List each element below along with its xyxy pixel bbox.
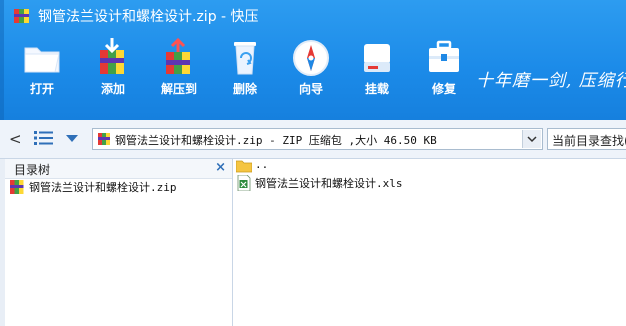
top-banner: 钢管法兰设计和螺栓设计.zip - 快压 打开 添加 解压到 删除 向导 挂载 … xyxy=(0,0,626,120)
tree-header: 目录树 × xyxy=(5,159,232,179)
wizard-label: 向导 xyxy=(298,82,323,96)
app-logo-icon xyxy=(14,9,29,23)
mount-label: 挂载 xyxy=(364,82,389,96)
list-view-icon[interactable] xyxy=(34,130,54,146)
drive-icon xyxy=(364,44,390,72)
toolbox-icon xyxy=(429,40,459,72)
folder-icon xyxy=(236,160,252,173)
slogan-text: 十年磨一剑, 压缩行 xyxy=(476,71,626,91)
open-label: 打开 xyxy=(29,82,54,96)
repair-button[interactable]: 修复 xyxy=(416,36,472,106)
recycle-bin-icon xyxy=(234,42,256,75)
search-input[interactable]: 当前目录查找( xyxy=(547,128,626,150)
chevron-down-icon xyxy=(527,136,537,143)
tree-title: 目录树 xyxy=(14,163,51,177)
directory-tree-panel: 目录树 × 钢管法兰设计和螺栓设计.zip xyxy=(5,159,233,326)
archive-icon xyxy=(98,133,110,145)
archive-icon xyxy=(10,180,24,194)
delete-button[interactable]: 删除 xyxy=(217,36,273,106)
tree-item-label: 钢管法兰设计和螺栓设计.zip xyxy=(29,181,177,194)
chevron-down-icon[interactable] xyxy=(66,135,78,143)
wizard-button[interactable]: 向导 xyxy=(283,36,339,106)
add-button[interactable]: 添加 xyxy=(85,36,141,106)
title-bar: 钢管法兰设计和螺栓设计.zip - 快压 xyxy=(0,0,626,32)
address-dropdown-button[interactable] xyxy=(522,130,541,148)
extract-button[interactable]: 解压到 xyxy=(151,36,207,106)
folder-open-icon xyxy=(24,47,60,73)
extract-archive-icon xyxy=(166,37,190,74)
address-bar[interactable]: 钢管法兰设计和螺栓设计.zip - ZIP 压缩包 ,大小 46.50 KB xyxy=(92,128,543,150)
excel-file-icon xyxy=(237,175,251,191)
file-name: 钢管法兰设计和螺栓设计.xls xyxy=(255,177,403,190)
repair-label: 修复 xyxy=(431,82,456,96)
search-placeholder: 当前目录查找( xyxy=(552,134,626,148)
compass-icon xyxy=(293,40,329,76)
window-title: 钢管法兰设计和螺栓设计.zip - 快压 xyxy=(38,9,259,25)
file-list: .. 钢管法兰设计和螺栓设计.xls xyxy=(233,158,626,326)
open-button[interactable]: 打开 xyxy=(14,36,70,106)
mount-button[interactable]: 挂载 xyxy=(349,36,405,106)
add-archive-icon xyxy=(100,38,124,74)
delete-label: 删除 xyxy=(232,82,257,96)
add-label: 添加 xyxy=(100,82,125,96)
address-text: 钢管法兰设计和螺栓设计.zip - ZIP 压缩包 ,大小 46.50 KB xyxy=(115,134,437,147)
file-name: .. xyxy=(255,158,269,171)
back-button[interactable]: < xyxy=(9,130,22,148)
close-icon[interactable]: × xyxy=(215,160,226,175)
navigation-bar: < 钢管法兰设计和螺栓设计.zip - ZIP 压缩包 ,大小 46.50 KB… xyxy=(0,120,626,159)
extract-label: 解压到 xyxy=(160,82,197,96)
